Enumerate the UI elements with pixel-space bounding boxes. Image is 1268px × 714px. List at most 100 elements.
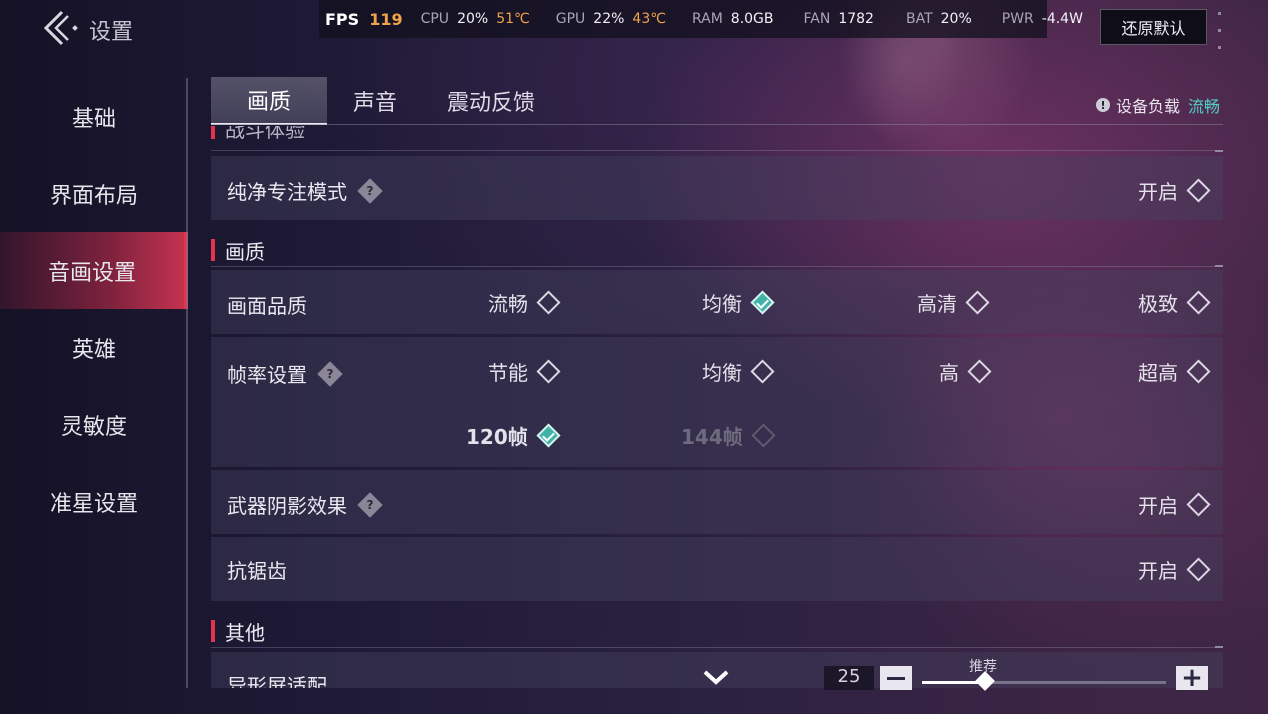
sidebar-item-layout[interactable]: 界面布局	[0, 155, 188, 232]
option-power-save[interactable]: 节能	[488, 357, 561, 386]
section-header-battle: 战斗体验	[211, 126, 1223, 142]
anti-alias-toggle[interactable]: 开启	[1138, 555, 1211, 584]
diamond-radio-icon	[536, 290, 561, 315]
diamond-radio-icon	[1186, 178, 1211, 203]
back-arrow-icon[interactable]	[38, 8, 84, 48]
sidebar-item-audio-video[interactable]: 音画设置	[0, 232, 188, 309]
row-weapon-shadow: 武器阴影效果 ? 开启	[211, 470, 1223, 534]
row-label: 纯净专注模式	[227, 180, 347, 204]
reset-defaults-button[interactable]: 还原默认	[1100, 9, 1207, 45]
diamond-radio-icon	[750, 359, 775, 384]
option-label: 120帧	[466, 425, 528, 449]
option-label: 节能	[488, 361, 528, 385]
section-tick	[1215, 265, 1223, 267]
gpu-temp: 43℃	[632, 11, 666, 27]
power-label: PWR	[1001, 11, 1034, 27]
row-focus-mode: 纯净专注模式 ? 开启	[211, 156, 1223, 220]
section-title: 其他	[225, 620, 265, 645]
slider-track[interactable]	[922, 671, 1166, 691]
row-anti-alias: 抗锯齿 开启	[211, 537, 1223, 601]
tab-vibration[interactable]: 震动反馈	[431, 77, 551, 125]
page-title: 设置	[89, 20, 134, 45]
fan-value: 1782	[838, 11, 874, 27]
tab-sound[interactable]: 声音	[327, 77, 423, 125]
row-label: 画面品质	[227, 294, 307, 318]
option-smooth[interactable]: 流畅	[488, 288, 561, 317]
help-icon[interactable]: ?	[317, 360, 343, 387]
section-divider	[211, 150, 1223, 151]
weapon-shadow-toggle[interactable]: 开启	[1138, 490, 1211, 519]
section-header-other: 其他	[211, 619, 1223, 645]
help-icon[interactable]: ?	[357, 491, 383, 518]
option-extreme[interactable]: 超高	[1138, 357, 1211, 386]
diamond-radio-icon	[1186, 359, 1211, 384]
diamond-radio-icon	[1186, 492, 1211, 517]
slider-value: 25	[824, 666, 874, 690]
info-icon: !	[1095, 98, 1110, 112]
option-label: 超高	[1138, 361, 1178, 385]
help-icon[interactable]: ?	[357, 177, 383, 204]
option-144fps: 144帧	[681, 421, 776, 450]
section-divider	[211, 266, 1223, 267]
ram-value: 8.0GB	[730, 11, 774, 27]
option-balanced-fps[interactable]: 均衡	[702, 357, 775, 386]
diamond-radio-icon	[536, 359, 561, 384]
gpu-label: GPU	[555, 11, 586, 27]
device-load-status: 流畅	[1187, 97, 1220, 116]
device-load-label: 设备负载	[1115, 97, 1180, 116]
more-dots-icon	[1218, 12, 1224, 52]
section-tick	[1215, 150, 1223, 152]
option-high[interactable]: 高	[939, 357, 992, 386]
sidebar-item-crosshair[interactable]: 准星设置	[0, 463, 188, 540]
fan-label: FAN	[803, 11, 831, 27]
sidebar-divider	[186, 78, 188, 688]
sidebar: 基础 界面布局 音画设置 英雄 灵敏度 准星设置	[0, 78, 188, 688]
tab-underline	[211, 124, 1223, 125]
sidebar-item-sensitivity[interactable]: 灵敏度	[0, 386, 188, 463]
row-label: 帧率设置	[227, 363, 307, 387]
sidebar-item-hero[interactable]: 英雄	[0, 309, 188, 386]
row-label: 异形屏适配	[227, 674, 327, 688]
toggle-label: 开启	[1138, 494, 1178, 518]
section-title: 画质	[225, 239, 265, 264]
fps-value: 119	[369, 9, 403, 29]
row-picture-quality: 画面品质 流畅 均衡 高清 极致	[211, 270, 1223, 334]
diamond-radio-icon	[967, 359, 992, 384]
power-value: -4.4W	[1041, 11, 1083, 27]
sidebar-item-basic[interactable]: 基础	[0, 78, 188, 155]
tab-bar: 画质 声音 震动反馈	[211, 77, 1223, 125]
option-label: 极致	[1138, 292, 1178, 316]
option-ultra[interactable]: 极致	[1138, 288, 1211, 317]
diamond-radio-icon	[751, 423, 776, 448]
diamond-radio-icon	[1186, 290, 1211, 315]
slider-minus-button[interactable]	[880, 666, 912, 690]
device-load: ! 设备负载 流畅	[1095, 93, 1220, 117]
option-balanced[interactable]: 均衡	[702, 288, 775, 317]
toggle-label: 开启	[1138, 559, 1178, 583]
option-label: 高	[939, 361, 959, 385]
row-label: 武器阴影效果	[227, 494, 347, 518]
battery-value: 20%	[940, 11, 972, 27]
diamond-radio-icon	[965, 290, 990, 315]
diamond-check-icon	[750, 290, 775, 315]
fps-label: FPS	[325, 9, 360, 29]
section-divider	[211, 647, 1223, 648]
settings-content[interactable]: 战斗体验 纯净专注模式 ? 开启 画质 画面品质 流畅 均衡 高清 极致 帧率设…	[211, 126, 1223, 688]
option-hd[interactable]: 高清	[917, 288, 990, 317]
chevron-down-icon[interactable]	[702, 668, 730, 688]
cpu-temp: 51℃	[496, 11, 530, 27]
diamond-check-icon	[536, 423, 561, 448]
option-label: 均衡	[702, 292, 742, 316]
slider-plus-button[interactable]: +	[1176, 665, 1208, 691]
option-label: 流畅	[488, 292, 528, 316]
row-frame-rate: 帧率设置 ? 节能 均衡 高 超高 120帧 144帧	[211, 337, 1223, 467]
cpu-label: CPU	[420, 11, 450, 27]
option-label: 均衡	[702, 361, 742, 385]
section-title: 战斗体验	[225, 126, 305, 142]
tab-quality[interactable]: 画质	[211, 77, 327, 125]
option-120fps[interactable]: 120帧	[466, 421, 561, 450]
option-label: 144帧	[681, 425, 743, 449]
gpu-value: 22%	[593, 11, 625, 27]
focus-mode-toggle[interactable]: 开启	[1138, 176, 1211, 205]
cpu-value: 20%	[457, 11, 489, 27]
